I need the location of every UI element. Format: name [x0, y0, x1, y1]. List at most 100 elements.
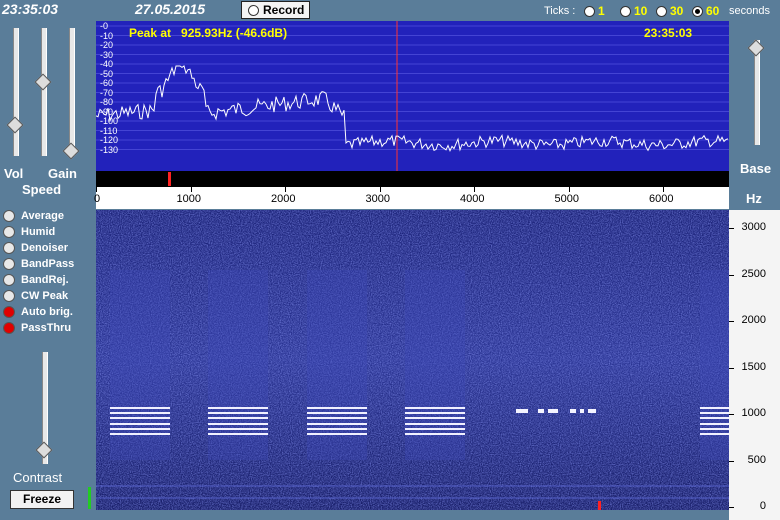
waterfall-tone-line: [110, 428, 170, 430]
waterfall-tone-line: [700, 433, 729, 435]
vol-slider-thumb[interactable]: [6, 116, 24, 134]
waterfall-display[interactable]: [96, 210, 729, 510]
contrast-label: Contrast: [13, 470, 63, 485]
frequency-scale: 0 1000 2000 3000 4000 5000 6000: [94, 187, 729, 209]
gain-label: Gain: [48, 166, 77, 181]
freq-tick: [568, 187, 570, 192]
freq-tick: [285, 187, 286, 192]
speed-slider-thumb[interactable]: [34, 73, 52, 91]
waterfall-tone-line: [307, 433, 367, 435]
frequency-marker-bar[interactable]: [96, 171, 729, 187]
waterfall-cw-mark: [516, 409, 528, 413]
hz-tick: [729, 367, 734, 369]
toggle-icon: [3, 226, 15, 238]
speed-slider-track[interactable]: [41, 28, 47, 156]
waterfall-glow: [700, 270, 729, 460]
tick-option-1[interactable]: 1: [584, 4, 605, 18]
radio-icon: [584, 5, 595, 17]
waterfall-cw-mark: [570, 409, 576, 413]
hz-tick-label: 0: [759, 500, 766, 512]
level-indicator: [88, 487, 91, 509]
waterfall-tone-line: [307, 428, 367, 430]
toggle-denoiser[interactable]: Denoiser: [3, 240, 74, 256]
hz-tick: [729, 414, 734, 415]
freq-tick-label: 4000: [460, 193, 485, 205]
hz-unit-label: Hz: [746, 191, 762, 206]
tick-option-10[interactable]: 10: [620, 4, 647, 18]
db-tick-label: -0: [100, 21, 109, 31]
waterfall-tone-line: [110, 433, 170, 435]
vol-slider-track[interactable]: [13, 28, 19, 156]
spectrum-trace: [96, 65, 729, 152]
toggle-icon: [3, 210, 15, 222]
contrast-slider-thumb[interactable]: [35, 441, 53, 459]
db-tick-label: -90: [100, 106, 114, 117]
spectrum-svg: [96, 21, 729, 171]
gain-slider-track[interactable]: [69, 28, 75, 156]
date-display: 27.05.2015: [135, 1, 206, 17]
freq-tick-label: 1000: [176, 193, 201, 205]
hz-tick-label: 500: [747, 453, 766, 466]
db-tick-label: -100: [100, 116, 119, 126]
waterfall-marker-icon: [598, 501, 601, 510]
clock-time: 23:35:03: [2, 1, 59, 17]
base-slider-thumb[interactable]: [747, 39, 765, 57]
waterfall-tone-line: [405, 417, 465, 419]
freq-tick: [190, 187, 192, 192]
waterfall-tone-line: [208, 412, 268, 414]
waterfall-tone-line: [307, 412, 367, 414]
waterfall-tone-line: [405, 428, 465, 430]
hz-tick: [729, 507, 734, 508]
waterfall-cw-mark: [580, 409, 584, 413]
toggle-bandrej[interactable]: BandRej.: [3, 272, 74, 288]
db-tick-label: -20: [100, 40, 114, 50]
waterfall-tone-line: [110, 407, 170, 409]
toggle-icon: [3, 290, 15, 302]
marker-icon[interactable]: [168, 172, 171, 186]
waterfall-glow: [307, 270, 367, 460]
toggle-icon: [3, 242, 15, 254]
radio-icon: [656, 5, 667, 17]
waterfall-tone-line: [700, 423, 729, 425]
waterfall-tone-line: [700, 407, 729, 409]
spectrum-display[interactable]: Peak at 925.93Hz (-46.6dB) 23:35:03 -0 -1…: [96, 21, 729, 171]
db-tick-label: -60: [100, 78, 114, 88]
waterfall-cw-mark: [548, 409, 558, 413]
toggle-cw-peak[interactable]: CW Peak: [3, 288, 74, 304]
filter-toggle-list: Average Humid Denoiser BandPass BandRej.…: [3, 208, 74, 336]
waterfall-tone-line: [405, 423, 465, 425]
waterfall-glow: [405, 270, 465, 460]
db-tick-label: -80: [100, 97, 114, 107]
waterfall-svg: [96, 210, 729, 510]
waterfall-glow: [110, 270, 170, 460]
waterfall-cw-mark: [538, 409, 544, 413]
freq-tick-label: 0: [94, 193, 101, 205]
db-tick-label: -10: [100, 30, 114, 41]
waterfall-tone-line: [208, 428, 268, 430]
freeze-button[interactable]: Freeze: [10, 490, 74, 509]
freq-tick: [96, 187, 97, 192]
db-tick-label: -50: [100, 68, 114, 79]
waterfall-glow: [208, 270, 268, 460]
waterfall-tone-line: [405, 433, 465, 435]
toggle-humid[interactable]: Humid: [3, 224, 74, 240]
hz-tick: [729, 460, 734, 462]
record-button[interactable]: Record: [241, 1, 310, 19]
toggle-auto-brig[interactable]: Auto brig.: [3, 304, 74, 320]
db-tick-label: -30: [100, 49, 114, 60]
record-radio-icon: [248, 4, 259, 16]
waterfall-cw-mark: [588, 409, 596, 413]
toggle-average[interactable]: Average: [3, 208, 74, 224]
waterfall-tone-line: [110, 423, 170, 425]
toggle-passthru[interactable]: PassThru: [3, 320, 74, 336]
gain-slider-thumb[interactable]: [62, 142, 80, 160]
radio-icon: [620, 5, 631, 17]
tick-option-60[interactable]: 60: [692, 4, 719, 18]
tick-option-30[interactable]: 30: [656, 4, 683, 18]
toggle-on-icon: [3, 322, 15, 334]
db-tick-label: -120: [100, 135, 119, 145]
hz-tick: [729, 274, 734, 276]
freq-tick-label: 6000: [649, 193, 674, 205]
db-tick-label: -40: [100, 59, 114, 69]
toggle-bandpass[interactable]: BandPass: [3, 256, 74, 272]
